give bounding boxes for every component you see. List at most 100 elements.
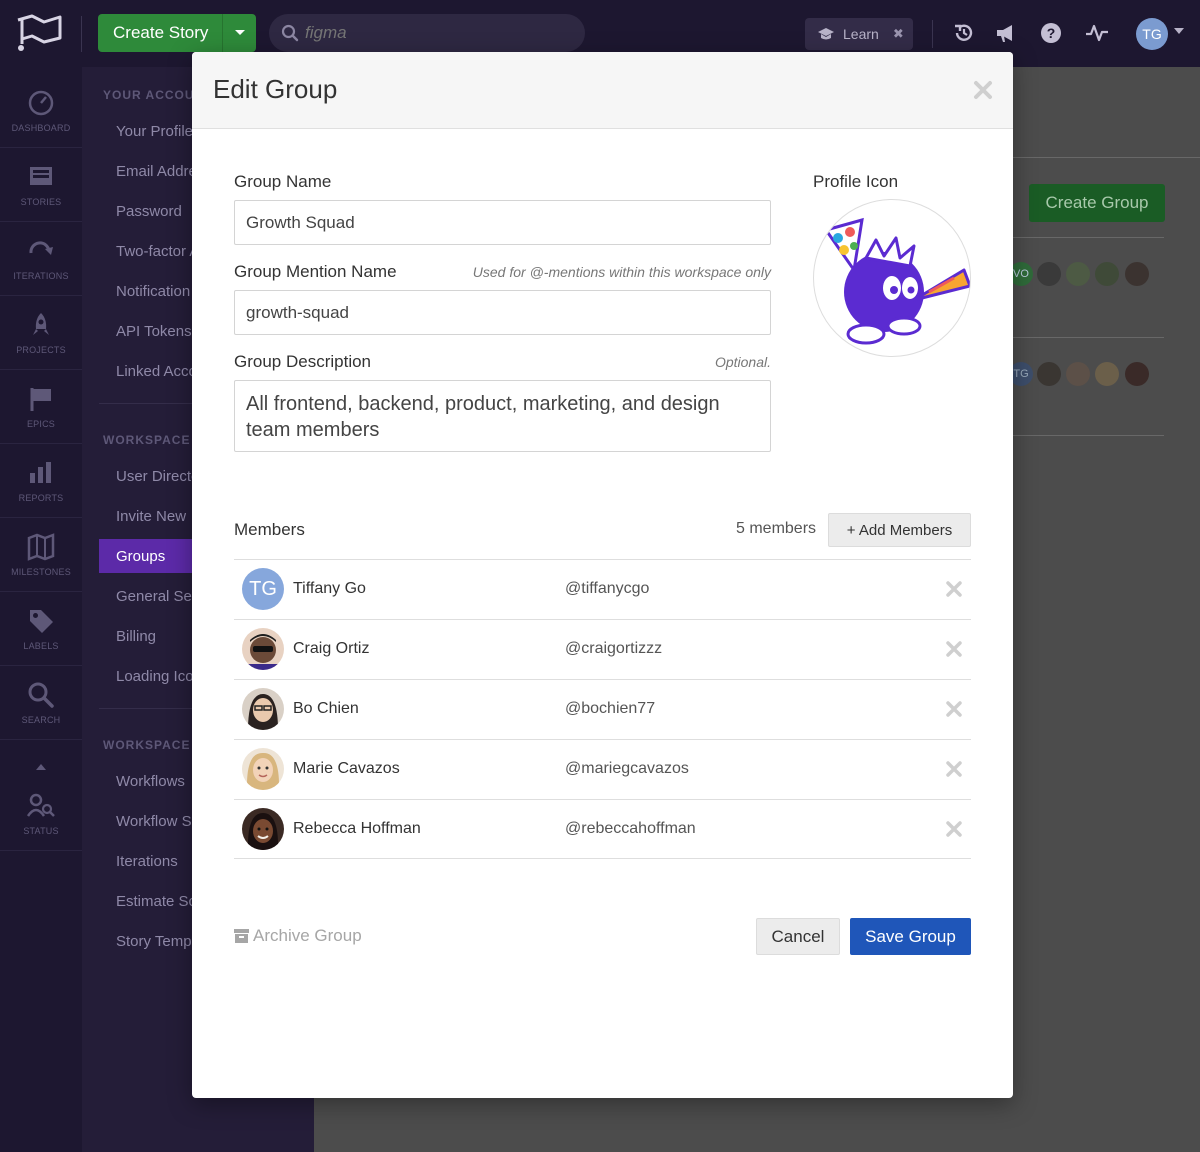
user-menu-caret-icon[interactable] xyxy=(1174,28,1184,34)
cancel-button[interactable]: Cancel xyxy=(756,918,840,955)
search-bar[interactable] xyxy=(269,14,585,52)
rail-item-labels[interactable]: LABELS xyxy=(0,592,82,666)
archive-group-button[interactable]: Archive Group xyxy=(234,926,362,946)
search-icon xyxy=(281,24,299,42)
member-row: Marie Cavazos @mariegcavazos xyxy=(234,739,971,799)
group-name-label: Group Name xyxy=(234,172,332,191)
settings-item-invite[interactable]: Invite New xyxy=(116,508,186,525)
add-members-button[interactable]: + Add Members xyxy=(828,513,971,547)
logo-flag-icon[interactable] xyxy=(14,14,66,52)
row-divider xyxy=(1013,237,1164,238)
settings-item-password[interactable]: Password xyxy=(116,203,182,220)
profile-icon-label: Profile Icon xyxy=(813,172,899,191)
group-member-avatar xyxy=(1125,262,1149,286)
activity-icon[interactable] xyxy=(1084,20,1110,46)
settings-item-profile[interactable]: Your Profile xyxy=(116,123,193,140)
create-story-button[interactable]: Create Story xyxy=(98,14,256,52)
search-icon xyxy=(28,682,54,708)
settings-item-general[interactable]: General Set xyxy=(116,588,196,605)
settings-item-loading-icons[interactable]: Loading Ico xyxy=(116,668,194,685)
section-heading-features: WORKSPACE F xyxy=(103,738,204,752)
row-divider xyxy=(1013,337,1164,338)
mention-name-input[interactable]: growth-squad xyxy=(234,290,771,335)
rail-item-dashboard[interactable]: DASHBOARD xyxy=(0,74,82,148)
rail-item-iterations[interactable]: ITERATIONS xyxy=(0,222,82,296)
svg-text:?: ? xyxy=(1047,25,1056,41)
create-story-dropdown-icon[interactable] xyxy=(222,14,256,52)
settings-item-estimate-scale[interactable]: Estimate Sc xyxy=(116,893,196,910)
rail-label: MILESTONES xyxy=(11,566,71,577)
megaphone-icon[interactable] xyxy=(993,20,1019,46)
create-group-button[interactable]: Create Group xyxy=(1029,184,1165,222)
settings-item-user-directory[interactable]: User Directo xyxy=(116,468,199,485)
learn-close-icon[interactable]: ✖ xyxy=(893,26,904,42)
remove-member-icon[interactable] xyxy=(945,760,963,778)
settings-item-email[interactable]: Email Addre xyxy=(116,163,197,180)
group-member-avatar xyxy=(1037,262,1061,286)
modal-title: Edit Group xyxy=(213,74,338,104)
member-row: Craig Ortiz @craigortizzz xyxy=(234,619,971,679)
member-handle: @tiffanycgo xyxy=(565,580,650,597)
rail-item-projects[interactable]: PROJECTS xyxy=(0,296,82,370)
member-name: Rebecca Hoffman xyxy=(293,820,421,837)
settings-item-notifications[interactable]: Notification xyxy=(116,283,190,300)
remove-member-icon[interactable] xyxy=(945,640,963,658)
member-handle: @rebeccahoffman xyxy=(565,820,696,837)
settings-item-groups[interactable]: Groups xyxy=(116,548,165,565)
remove-member-icon[interactable] xyxy=(945,700,963,718)
members-count: 5 members xyxy=(736,520,817,537)
description-textarea[interactable]: All frontend, backend, product, marketin… xyxy=(234,380,771,452)
member-row: Bo Chien @bochien77 xyxy=(234,679,971,739)
member-handle: @mariegcavazos xyxy=(565,760,689,777)
settings-item-two-factor[interactable]: Two-factor A xyxy=(116,243,199,260)
remove-member-icon[interactable] xyxy=(945,580,963,598)
close-icon[interactable] xyxy=(972,79,994,101)
section-heading-workspace: WORKSPACE S xyxy=(103,433,204,447)
topbar-separator xyxy=(932,20,933,48)
section-heading-account: YOUR ACCOUN xyxy=(103,88,205,102)
avatar xyxy=(242,628,284,670)
settings-item-workflow-states[interactable]: Workflow S xyxy=(116,813,192,830)
group-member-avatar xyxy=(1066,362,1090,386)
epics-icon xyxy=(30,387,51,411)
rail-label: LABELS xyxy=(23,640,59,651)
edit-group-modal: Edit Group Group Name Growth Squad Group… xyxy=(192,52,1013,1098)
settings-item-billing[interactable]: Billing xyxy=(116,628,156,645)
search-input[interactable] xyxy=(305,23,565,43)
help-icon[interactable]: ? xyxy=(1038,20,1064,46)
rail-item-milestones[interactable]: MILESTONES xyxy=(0,518,82,592)
avatar xyxy=(242,688,284,730)
party-mascot-icon xyxy=(823,217,970,345)
settings-item-story-templates[interactable]: Story Temp xyxy=(116,933,192,950)
settings-item-iterations[interactable]: Iterations xyxy=(116,853,178,870)
rail-collapse-icon[interactable] xyxy=(36,764,46,770)
rail-item-status[interactable]: STATUS xyxy=(0,777,82,851)
user-avatar[interactable]: TG xyxy=(1136,18,1168,50)
rail-item-reports[interactable]: REPORTS xyxy=(0,444,82,518)
rail-label: EPICS xyxy=(26,418,55,429)
mention-name-label: Group Mention Name xyxy=(234,262,397,281)
learn-button[interactable]: Learn ✖ xyxy=(805,18,913,50)
rail-label: DASHBOARD xyxy=(11,122,71,133)
rail-item-search[interactable]: SEARCH xyxy=(0,666,82,740)
group-member-avatar xyxy=(1095,362,1119,386)
settings-item-linked-accounts[interactable]: Linked Acco xyxy=(116,363,197,380)
rail-label: REPORTS xyxy=(18,492,64,503)
member-row: Rebecca Hoffman @rebeccahoffman xyxy=(234,799,971,859)
group-name-input[interactable]: Growth Squad xyxy=(234,200,771,245)
rail-label: PROJECTS xyxy=(16,344,66,355)
member-name: Marie Cavazos xyxy=(293,760,400,777)
rail-item-stories[interactable]: STORIES xyxy=(0,148,82,222)
settings-item-api-tokens[interactable]: API Tokens xyxy=(116,323,192,340)
create-story-label: Create Story xyxy=(113,23,209,42)
modal-header: Edit Group xyxy=(192,52,1013,129)
topbar-divider xyxy=(81,16,82,52)
history-icon[interactable] xyxy=(951,20,977,46)
settings-item-workflows[interactable]: Workflows xyxy=(116,773,185,790)
profile-icon-picker[interactable] xyxy=(813,199,971,357)
labels-icon xyxy=(30,609,53,633)
save-group-button[interactable]: Save Group xyxy=(850,918,971,955)
avatar xyxy=(242,748,284,790)
remove-member-icon[interactable] xyxy=(945,820,963,838)
rail-item-epics[interactable]: EPICS xyxy=(0,370,82,444)
